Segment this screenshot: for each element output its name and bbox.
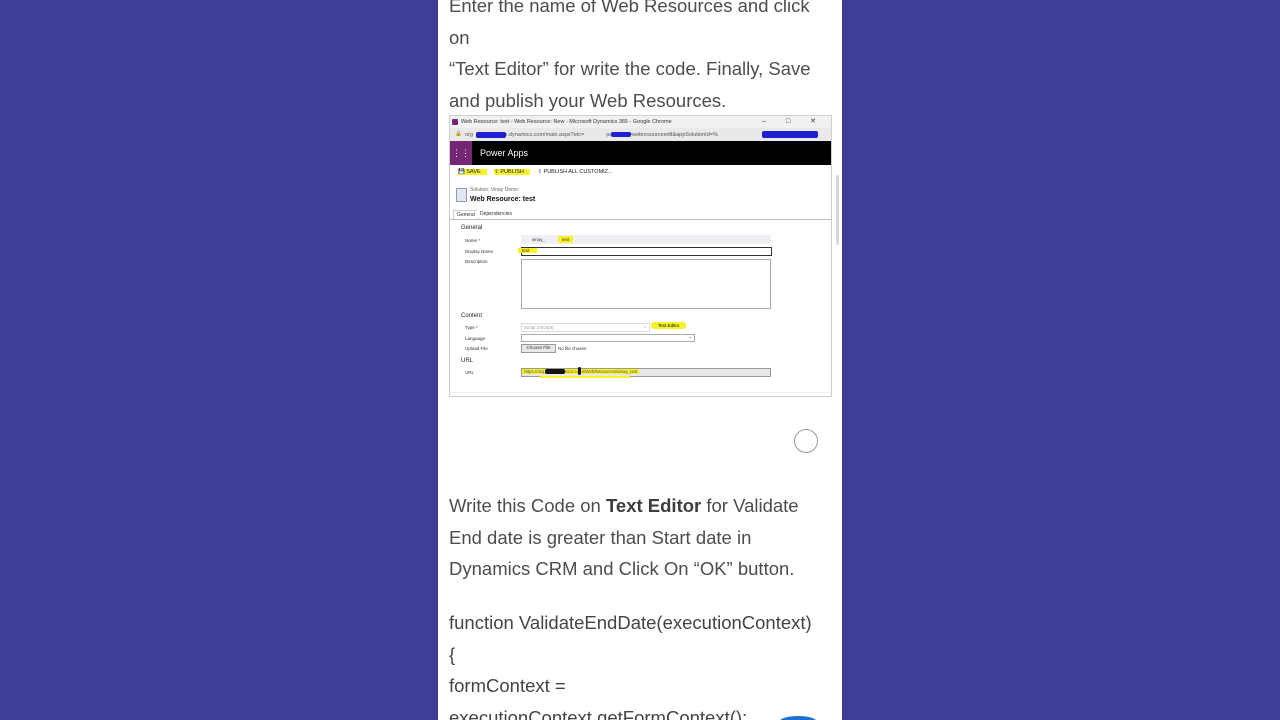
document-icon <box>456 188 467 202</box>
intro-paragraph: Enter the name of Web Resources and clic… <box>449 0 833 116</box>
name-field: vinay_ test <box>521 235 771 244</box>
scrollbar-thumb[interactable] <box>836 175 839 245</box>
publish-command: ⇪ PUBLISH <box>494 169 530 175</box>
language-label: Language <box>465 336 486 341</box>
record-title: Web Resource: test <box>470 196 536 203</box>
description-label: Description <box>465 259 488 264</box>
no-file-text: No file chosen <box>558 346 587 351</box>
tab-general: General <box>453 210 479 219</box>
content-section-title: Content <box>461 313 483 319</box>
redaction-mark <box>762 131 818 138</box>
text-editor-button: Text Editor <box>651 322 687 329</box>
display-name-field: test <box>518 247 772 256</box>
browser-title-bar: Web Resource: test - Web Resource: New -… <box>450 116 831 128</box>
browser-window-title: Web Resource: test - Web Resource: New -… <box>461 119 672 125</box>
instruction-line-2: End date is greater than Start date in <box>449 526 752 548</box>
floating-action-button[interactable] <box>780 716 816 720</box>
lock-icon: 🔒 <box>455 131 462 137</box>
code-line-4: executionContext.getFormContext(); <box>449 706 748 720</box>
divider <box>450 392 831 393</box>
waffle-icon: ⋮⋮ <box>450 141 472 165</box>
highlight-underline <box>540 376 630 378</box>
intro-line-1: Enter the name of Web Resources and clic… <box>449 0 810 48</box>
name-prefix: vinay_ <box>532 237 546 242</box>
redaction-mark <box>611 132 631 137</box>
url-section-title: URL <box>461 358 474 364</box>
code-line-2: { <box>449 643 456 665</box>
redaction-mark <box>476 132 506 138</box>
article-column: Enter the name of Web Resources and clic… <box>438 0 842 720</box>
command-bar: 💾 SAVE ⇪ PUBLISH ⇪ PUBLISH ALL CUSTOMIZ.… <box>458 169 625 175</box>
intro-line-3: and publish your Web Resources. <box>449 89 727 111</box>
floating-circle-button[interactable] <box>794 429 818 453</box>
code-line-1: function ValidateEndDate(executionContex… <box>449 612 812 633</box>
web-resource-screenshot: Web Resource: test - Web Resource: New -… <box>449 115 832 397</box>
instruction-line-1: Write this Code on Text Editor for Valid… <box>449 495 799 516</box>
type-value: Script (JScript) <box>524 325 554 330</box>
window-controls: – □ ✕ <box>762 118 825 125</box>
intro-line-2: “Text Editor” for write the code. Finall… <box>449 58 811 79</box>
instruction-line-3: Dynamics CRM and Click On “OK” button. <box>449 558 795 579</box>
code-line-3: formContext = <box>449 675 566 696</box>
redaction-mark <box>545 369 565 374</box>
chevron-down-icon: ⌄ <box>643 324 647 329</box>
display-name-label: Display Name <box>465 249 494 254</box>
dynamics-favicon-icon <box>452 119 458 125</box>
type-label: Type * <box>465 325 478 330</box>
language-select: ⌄ <box>521 334 695 342</box>
display-name-value: test <box>518 248 538 253</box>
browser-address-bar: 🔒 org rm.dynamics.com/main.aspx?etc= paget… <box>450 128 831 141</box>
power-apps-header: ⋮⋮ Power Apps <box>450 141 831 165</box>
redaction-mark <box>578 367 581 375</box>
chevron-down-icon: ⌄ <box>688 334 692 339</box>
text-editor-bold: Text Editor <box>605 495 702 516</box>
name-label: Name * <box>465 238 481 243</box>
code-block: function ValidateEndDate(executionContex… <box>449 607 839 720</box>
choose-file-button: Choose File <box>521 344 556 353</box>
url-label: URL <box>465 370 475 375</box>
solution-label: Solution: Vinay Demo <box>470 187 518 193</box>
publish-all-command: ⇪ PUBLISH ALL CUSTOMIZ... <box>537 169 613 175</box>
form-tabs: General Dependencies <box>450 210 831 220</box>
name-value: test <box>558 236 574 243</box>
save-command: 💾 SAVE <box>458 169 487 175</box>
tab-dependencies: Dependencies <box>477 210 515 218</box>
instruction-paragraph: Write this Code on Text Editor for Valid… <box>449 490 833 585</box>
upload-file-label: Upload File <box>465 346 488 351</box>
type-select: Script (JScript) ⌄ <box>521 323 650 332</box>
description-field <box>521 259 771 309</box>
general-section-title: General <box>461 225 483 231</box>
app-name: Power Apps <box>480 148 529 158</box>
